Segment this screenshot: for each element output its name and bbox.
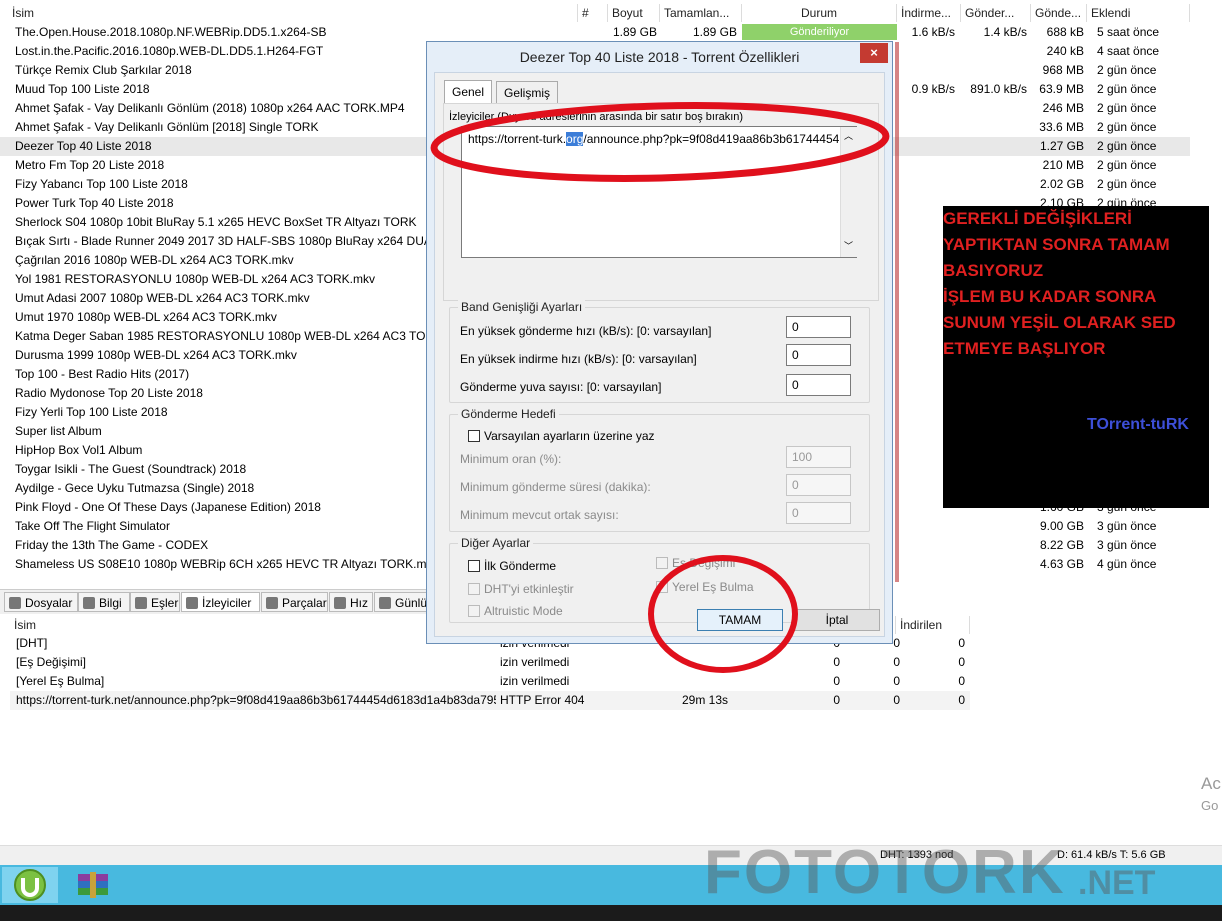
annotation-signature: TOrrent-tuRK [1087,416,1189,433]
instruction-text: GEREKLİ DEĞİŞİKLERİ YAPTIKTAN SONRA TAMA… [943,209,1176,358]
tracker-circle-annotation [430,102,890,182]
ok-button-circle-annotation [648,555,798,673]
instruction-annotation: GEREKLİ DEĞİŞİKLERİ YAPTIKTAN SONRA TAMA… [943,206,1209,508]
